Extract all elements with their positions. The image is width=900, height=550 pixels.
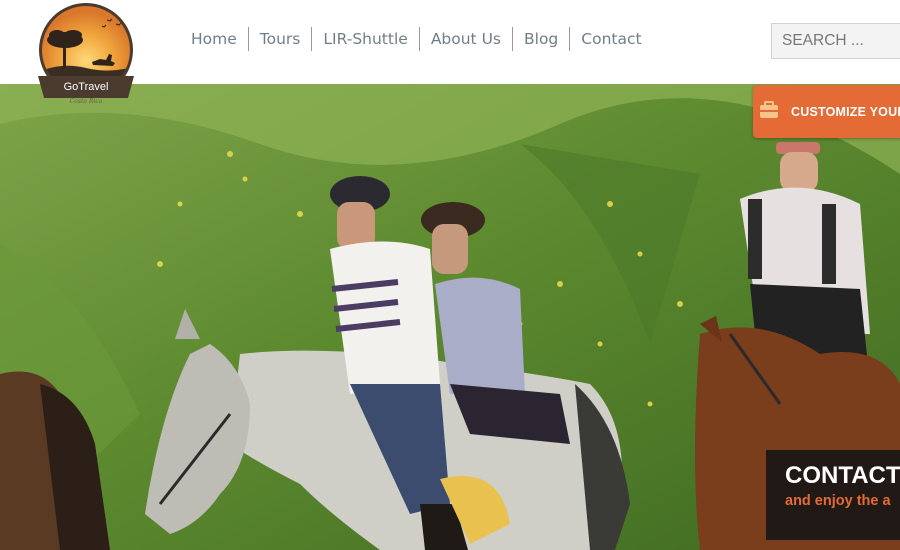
brand-tagline: Costa Rica: [70, 98, 103, 105]
contact-subtitle: and enjoy the a: [785, 493, 891, 509]
main-nav: Home Tours LIR-Shuttle About Us Blog Con…: [180, 26, 653, 52]
contact-title: CONTACT: [785, 462, 900, 489]
nav-item-tours[interactable]: Tours: [247, 27, 312, 51]
search-input[interactable]: [771, 23, 900, 59]
nav-item-contact[interactable]: Contact: [569, 27, 652, 51]
contact-panel[interactable]: CONTACT and enjoy the a: [766, 450, 900, 540]
site-logo[interactable]: GoTravel Costa Rica: [32, 2, 140, 108]
nav-item-blog[interactable]: Blog: [512, 27, 569, 51]
hero-image: [0, 84, 900, 550]
briefcase-icon: [759, 100, 779, 123]
customize-label: CUSTOMIZE YOUR: [791, 104, 900, 119]
hero-photo: [0, 84, 900, 550]
nav-item-home[interactable]: Home: [180, 27, 248, 51]
nav-item-about-us[interactable]: About Us: [418, 27, 512, 51]
brand-name: GoTravel: [64, 81, 109, 93]
customize-tour-button[interactable]: CUSTOMIZE YOUR: [753, 85, 900, 138]
nav-item-lir-shuttle[interactable]: LIR-Shuttle: [311, 27, 418, 51]
